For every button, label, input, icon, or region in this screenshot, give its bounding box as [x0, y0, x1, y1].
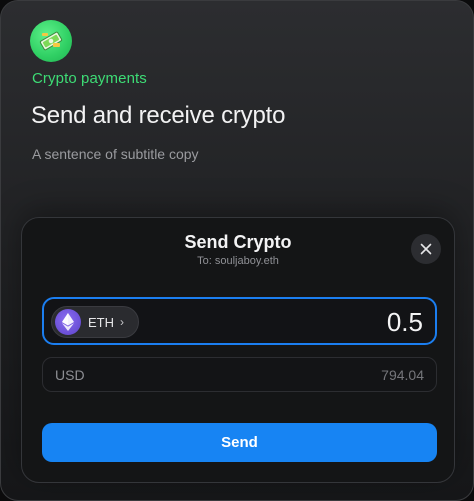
modal-title: Send Crypto [184, 232, 292, 252]
eyebrow-label: Crypto payments [32, 70, 147, 87]
fiat-currency-label: USD [55, 367, 85, 383]
amount-field: ETH › [42, 297, 437, 345]
recipient-label: To: souljaboy.eth [197, 255, 279, 267]
page-title: Send and receive crypto [31, 102, 286, 129]
close-icon [420, 243, 432, 255]
ethereum-icon [55, 309, 81, 335]
fiat-amount-value: 794.04 [381, 367, 424, 383]
token-selector-button[interactable]: ETH › [51, 306, 139, 338]
token-symbol: ETH [88, 314, 114, 330]
send-button[interactable]: Send [42, 423, 437, 462]
chevron-right-icon: › [120, 315, 124, 329]
page-subtitle: A sentence of subtitle copy [32, 146, 199, 162]
money-icon [30, 20, 72, 62]
close-button[interactable] [411, 234, 441, 264]
crypto-payments-card: Crypto payments Send and receive crypto … [0, 0, 474, 501]
fiat-value-row: USD 794.04 [42, 357, 437, 392]
send-crypto-modal: Send Crypto To: souljaboy.eth ETH › 0.5 … [21, 217, 455, 483]
amount-input[interactable] [223, 307, 423, 338]
